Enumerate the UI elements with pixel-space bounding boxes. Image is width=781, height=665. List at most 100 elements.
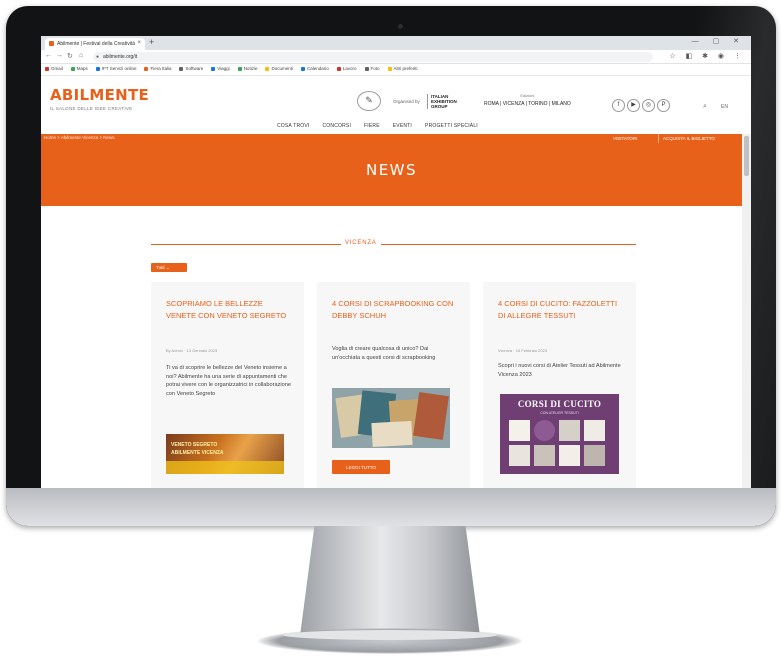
bookmark-label: Notizie xyxy=(243,66,258,71)
bookmark-item[interactable]: Notizie xyxy=(237,66,258,71)
pinterest-icon[interactable]: P xyxy=(657,99,670,112)
scrollbar[interactable] xyxy=(742,134,751,488)
bookmark-icon xyxy=(336,66,341,71)
breadcrumb[interactable]: Home > Abilmente Vicenza > News xyxy=(44,135,114,140)
section-divider xyxy=(151,244,636,245)
category-filter[interactable]: Tutti ⌄ xyxy=(151,263,187,272)
bookmark-label: Maps xyxy=(76,66,88,71)
nav-item[interactable]: PROGETTI SPECIALI xyxy=(425,123,478,129)
card-meta: By Admin · 13 Gennaio 2023 xyxy=(166,348,218,353)
bookmark-icon xyxy=(144,66,149,71)
bookmark-icon xyxy=(95,66,100,71)
card-image[interactable] xyxy=(332,388,450,448)
breadcrumb-bar: Home > Abilmente Vicenza > News VISITATO… xyxy=(41,134,751,143)
poster-tile xyxy=(534,420,555,441)
card-excerpt: Scopri i nuovi corsi di Atelier Tessuti … xyxy=(498,363,621,378)
browser-tab[interactable]: Abilmente | Festival della Creatività × xyxy=(45,38,145,50)
tab-close-icon[interactable]: × xyxy=(137,40,141,46)
facebook-icon[interactable]: f xyxy=(612,99,625,112)
card-image-band xyxy=(166,461,284,474)
nav-item[interactable]: CONCORSI xyxy=(322,123,351,129)
site-header: ABILMENTE IL SALONE DELLE IDEE CREATIVE … xyxy=(41,76,751,129)
youtube-icon[interactable]: ▶ xyxy=(627,99,640,112)
card-image[interactable]: CORSI DI CUCITO CON ATELIER TESSUTI xyxy=(500,394,619,474)
card-image[interactable]: VENETO SEGRETO ABILMENTE VICENZA xyxy=(166,434,284,474)
fair-emblem-icon: ✎ xyxy=(357,91,381,111)
poster-tile xyxy=(584,420,605,441)
favicon-icon xyxy=(49,41,54,46)
scrollbar-thumb[interactable] xyxy=(744,136,749,176)
instagram-icon[interactable]: ◎ xyxy=(642,99,655,112)
new-tab-button[interactable]: + xyxy=(149,37,154,47)
monitor-stand-neck xyxy=(300,526,480,636)
bookmark-item[interactable]: Software xyxy=(179,66,203,71)
poster-tile xyxy=(509,420,530,441)
news-card[interactable]: 4 CORSI DI CUCITO: FAZZOLETTI DI ALLEGRE… xyxy=(483,282,636,488)
card-excerpt: Voglia di creare qualcosa di unico? Dai … xyxy=(332,346,436,361)
camera-icon xyxy=(398,24,403,29)
bookmark-item[interactable]: Maps xyxy=(70,66,88,71)
card-meta: Vicenza · 16 Febbraio 2023 xyxy=(498,348,548,353)
url-text: abilmente.org/it xyxy=(103,54,138,60)
site-tagline: IL SALONE DELLE IDEE CREATIVE xyxy=(50,106,133,111)
cities-list[interactable]: ROMA | VICENZA | TORINO | MILANO xyxy=(484,101,571,107)
bookmark-item[interactable]: Altri preferiti xyxy=(387,66,418,71)
section-label: VICENZA xyxy=(341,240,381,246)
cities-label: Edizioni xyxy=(520,93,535,98)
read-more-button[interactable]: LEGGI TUTTO xyxy=(332,460,390,474)
bookmark-item[interactable]: IFT Servizi online xyxy=(95,66,136,71)
news-card[interactable]: 4 CORSI DI SCRAPBOOKING CON DEBBY SCHUH … xyxy=(317,282,470,488)
bookmark-item[interactable]: Documenti xyxy=(265,66,293,71)
bookmark-icon xyxy=(364,66,369,71)
extensions-icons[interactable]: ☆ ◧ ✱ ◉ ⋮ xyxy=(669,52,745,60)
bookmark-label: Altri preferiti xyxy=(393,66,418,71)
bookmark-item[interactable]: Calendario xyxy=(300,66,329,71)
bookmark-icon xyxy=(237,66,242,71)
bookmark-item[interactable]: Gmail xyxy=(45,66,63,71)
buy-ticket-link[interactable]: ACQUISTA IL BIGLIETTO xyxy=(658,134,715,143)
poster-tile xyxy=(584,445,605,466)
card-title[interactable]: SCOPRIAMO LE BELLEZZE VENETE CON VENETO … xyxy=(166,298,294,321)
bookmark-item[interactable]: Lavoro xyxy=(336,66,357,71)
site-logo[interactable]: ABILMENTE xyxy=(50,86,149,104)
home-icon[interactable]: ⌂ xyxy=(79,52,83,59)
poster-subtitle: CON ATELIER TESSUTI xyxy=(540,411,579,415)
window-controls[interactable]: — ▢ ✕ xyxy=(692,37,745,45)
partner-logo[interactable]: ITALIAN EXHIBITION GROUP xyxy=(427,94,467,109)
news-card[interactable]: SCOPRIAMO LE BELLEZZE VENETE CON VENETO … xyxy=(151,282,304,488)
bookmark-label: Documenti xyxy=(271,66,293,71)
search-icon[interactable]: ⌕ xyxy=(703,103,707,111)
card-title[interactable]: 4 CORSI DI CUCITO: FAZZOLETTI DI ALLEGRE… xyxy=(498,298,626,321)
bookmark-icon xyxy=(70,66,75,71)
browser-toolbar: ← → ↻ ⌂ ● abilmente.org/it ☆ ◧ ✱ ◉ ⋮ xyxy=(41,50,751,64)
card-excerpt: Ti va di scoprire le bellezze del Veneto… xyxy=(166,365,291,397)
monitor-stand-base-top xyxy=(283,630,497,640)
poster-tile xyxy=(559,420,580,441)
back-icon[interactable]: ← xyxy=(45,52,52,59)
bookmark-item[interactable]: Fiera Italia xyxy=(144,66,171,71)
language-switch[interactable]: EN xyxy=(721,104,728,110)
nav-item[interactable]: EVENTI xyxy=(393,123,412,129)
reload-icon[interactable]: ↻ xyxy=(67,52,73,60)
bookmark-label: Calendario xyxy=(306,66,329,71)
poster-tile xyxy=(534,445,555,466)
page-title: NEWS xyxy=(365,161,418,179)
address-bar[interactable]: ● abilmente.org/it xyxy=(93,52,653,62)
cities-block: Edizioni ROMA | VICENZA | TORINO | MILAN… xyxy=(484,93,571,107)
bookmark-icon xyxy=(211,66,216,71)
forward-icon[interactable]: → xyxy=(56,52,63,59)
bookmark-icon xyxy=(265,66,270,71)
organised-by-label: Organised by xyxy=(393,99,420,104)
nav-item[interactable]: COSA TROVI xyxy=(277,123,309,129)
bookmark-label: Foto xyxy=(370,66,380,71)
bookmark-item[interactable]: Foto xyxy=(364,66,380,71)
poster-tile xyxy=(509,445,530,466)
bookmark-label: Lavoro xyxy=(342,66,357,71)
browser-tabbar: Abilmente | Festival della Creatività × … xyxy=(41,36,751,50)
screen: Abilmente | Festival della Creatività × … xyxy=(41,36,751,488)
stage: Abilmente | Festival della Creatività × … xyxy=(0,0,781,665)
bookmark-item[interactable]: Viaggi xyxy=(211,66,230,71)
nav-item[interactable]: FIERE xyxy=(364,123,380,129)
visitors-link[interactable]: VISITATORI xyxy=(613,134,637,143)
card-title[interactable]: 4 CORSI DI SCRAPBOOKING CON DEBBY SCHUH xyxy=(332,298,460,321)
